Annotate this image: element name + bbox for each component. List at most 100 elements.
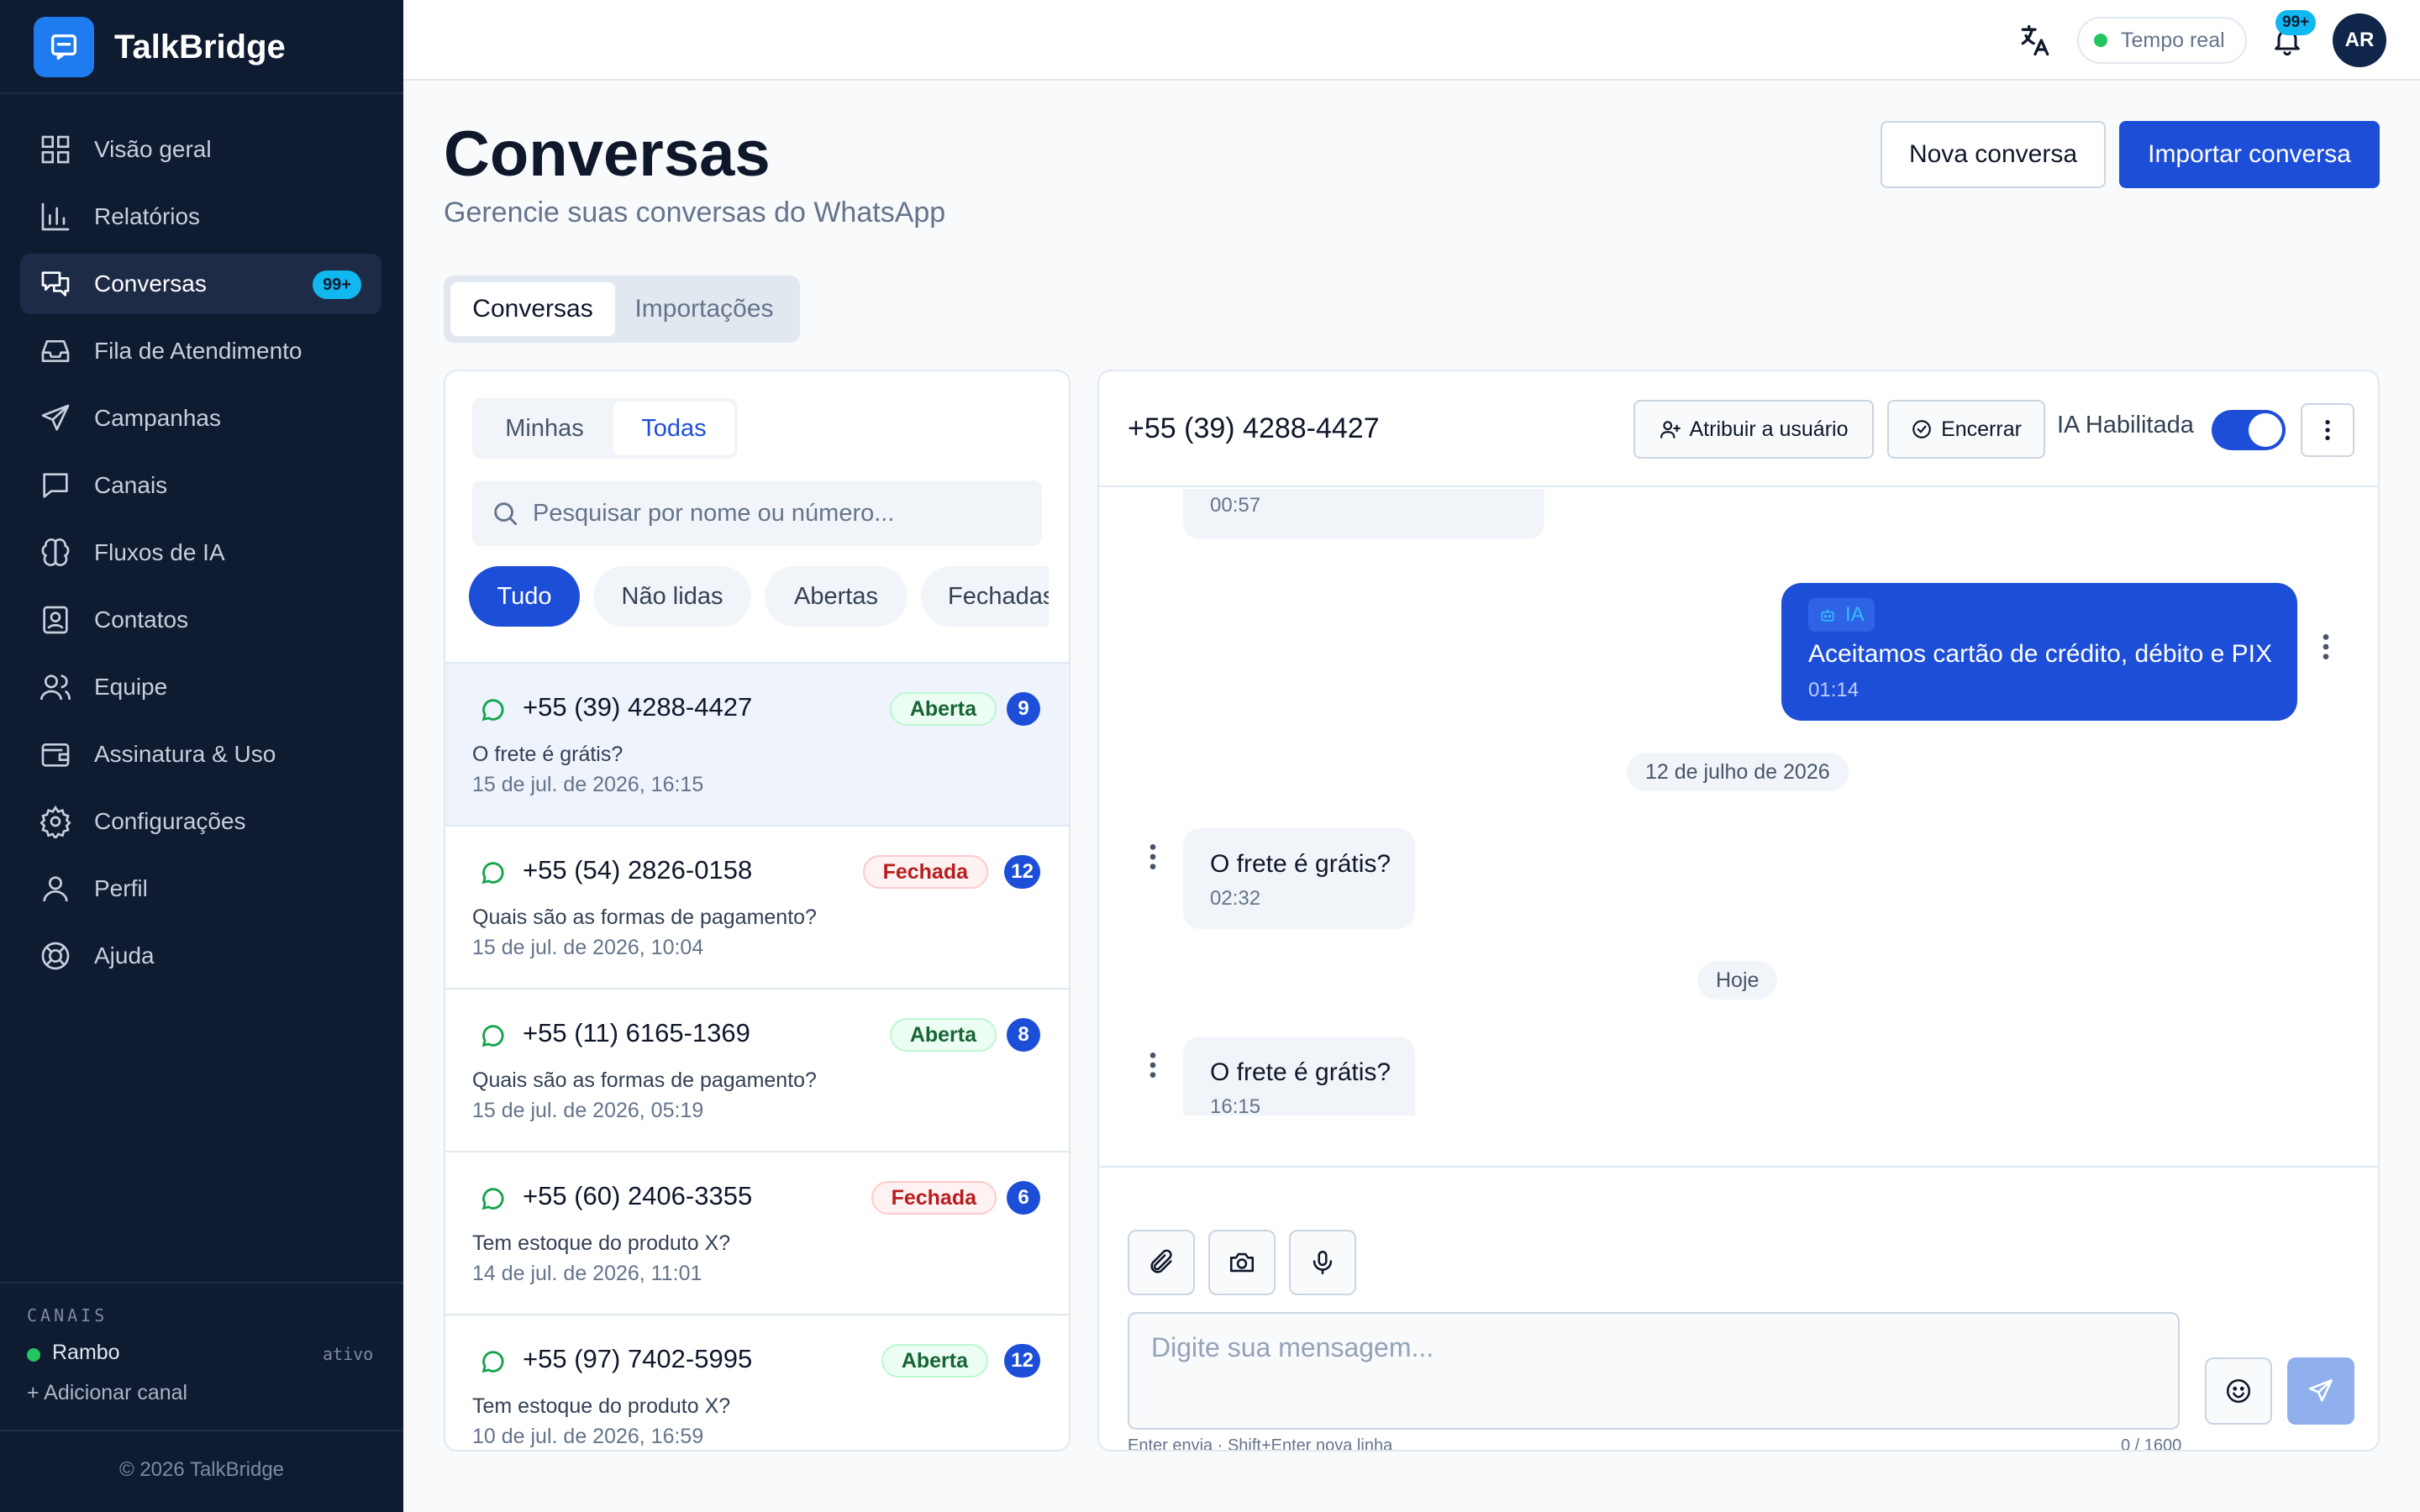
status-dot xyxy=(27,1348,40,1362)
sidebar-item-conversas[interactable]: Conversas 99+ xyxy=(20,254,381,314)
last-message: Tem estoque do produto X? xyxy=(472,1231,731,1255)
top-bar: Tempo real 99+ AR xyxy=(403,0,2420,81)
sidebar-item-label: Ajuda xyxy=(94,942,155,969)
sidebar-item-relatorios[interactable]: Relatórios xyxy=(20,186,381,247)
sidebar-item-canais[interactable]: Canais xyxy=(20,455,381,516)
wallet-icon xyxy=(41,743,70,767)
sidebar-item-label: Fluxos de IA xyxy=(94,539,225,565)
conversation-item[interactable]: +55 (97) 7402-5995 Aberta 12 Tem estoque… xyxy=(445,1314,1069,1450)
unread-count: 6 xyxy=(1007,1181,1040,1215)
keyboard-hint: Enter envia · Shift+Enter nova linha xyxy=(1128,1436,1393,1452)
conversation-item[interactable]: +55 (11) 6165-1369 Aberta 8 Quais são as… xyxy=(445,988,1069,1151)
filter-abertas[interactable]: Abertas xyxy=(765,566,908,627)
sidebar-item-label: Equipe xyxy=(94,674,168,700)
assign-user-button[interactable]: Atribuir a usuário xyxy=(1634,400,1874,459)
sidebar-item-perfil[interactable]: Perfil xyxy=(20,858,381,919)
microphone-icon xyxy=(1313,1250,1333,1275)
conversation-number: +55 (39) 4288-4427 xyxy=(523,692,753,722)
conversation-item[interactable]: +55 (60) 2406-3355 Fechada 6 Tem estoque… xyxy=(445,1151,1069,1314)
conversation-item[interactable]: +55 (39) 4288-4427 Aberta 9 O frete é gr… xyxy=(445,662,1069,825)
chat-icon xyxy=(41,271,70,297)
send-button[interactable] xyxy=(2287,1357,2354,1425)
copyright: © 2026 TalkBridge xyxy=(118,1458,285,1481)
inbox-icon xyxy=(41,340,70,362)
message-composer: Digite sua mensagem... Enter envia · Shi… xyxy=(1099,1166,2378,1452)
tab-conversas[interactable]: Conversas xyxy=(450,282,615,336)
gear-icon xyxy=(39,805,71,838)
avatar[interactable]: AR xyxy=(2333,13,2386,67)
message-input[interactable]: Digite sua mensagem... xyxy=(1128,1312,2180,1430)
sidebar-item-ajuda[interactable]: Ajuda xyxy=(20,926,381,986)
new-conversation-button[interactable]: Nova conversa xyxy=(1881,121,2106,188)
message-bubble-outgoing: IA Aceitamos cartão de crédito, débito e… xyxy=(1781,583,2297,721)
search-input[interactable]: Pesquisar por nome ou número... xyxy=(472,480,1042,546)
sidebar-item-equipe[interactable]: Equipe xyxy=(20,657,381,717)
nav-badge: 99+ xyxy=(313,270,361,299)
conversation-item[interactable]: +55 (54) 2826-0158 Fechada 12 Quais são … xyxy=(445,825,1069,988)
whatsapp-icon xyxy=(481,862,504,885)
filter-nao-lidas[interactable]: Não lidas xyxy=(593,566,751,627)
conversation-date: 10 de jul. de 2026, 16:59 xyxy=(472,1425,704,1448)
paperclip-icon xyxy=(1150,1249,1172,1273)
status-badge: Aberta xyxy=(889,692,997,726)
sidebar-item-label: Relatórios xyxy=(94,203,201,229)
message-menu-icon[interactable] xyxy=(1143,840,1163,874)
filter-tudo[interactable]: Tudo xyxy=(469,566,580,627)
translate-icon[interactable] xyxy=(2017,22,2054,59)
import-conversation-button[interactable]: Importar conversa xyxy=(2119,121,2380,188)
contact-icon xyxy=(43,606,68,634)
page-title: Conversas xyxy=(444,118,771,190)
sidebar-item-fila[interactable]: Fila de Atendimento xyxy=(20,321,381,381)
attach-button[interactable] xyxy=(1128,1230,1195,1295)
message-bubble-incoming: O frete é grátis? 02:32 xyxy=(1183,828,1415,929)
logo-icon xyxy=(34,17,94,77)
filter-fechadas[interactable]: Fechadas xyxy=(921,566,1049,627)
conversation-number: +55 (60) 2406-3355 xyxy=(523,1181,753,1210)
ai-toggle[interactable] xyxy=(2212,410,2286,450)
more-options-button[interactable] xyxy=(2301,403,2354,457)
close-conversation-button[interactable]: Encerrar xyxy=(1887,400,2045,459)
sidebar-item-configuracoes[interactable]: Configurações xyxy=(20,791,381,852)
sidebar-item-contatos[interactable]: Contatos xyxy=(20,590,381,650)
sidebar-item-assinatura[interactable]: Assinatura & Uso xyxy=(20,724,381,785)
bar-chart-icon xyxy=(41,202,70,231)
live-dot xyxy=(2094,34,2107,47)
last-message: Quais são as formas de pagamento? xyxy=(472,1068,817,1092)
microphone-button[interactable] xyxy=(1289,1230,1356,1295)
close-conversation-label: Encerrar xyxy=(1941,417,2022,441)
channel-name[interactable]: Rambo xyxy=(52,1341,120,1365)
status-badge: Fechada xyxy=(871,1181,997,1215)
tab-importacoes[interactable]: Importações xyxy=(615,282,793,336)
message-input-placeholder: Digite sua mensagem... xyxy=(1151,1332,1434,1362)
message-text: O frete é grátis? xyxy=(1210,850,1392,878)
last-message: Quais são as formas de pagamento? xyxy=(472,906,817,929)
message-bubble-incoming: 00:57 xyxy=(1183,489,1544,539)
sidebar: TalkBridge Visão geral Relatórios Conver… xyxy=(0,0,403,1512)
chat-panel: +55 (39) 4288-4427 Atribuir a usuário En… xyxy=(1097,370,2380,1452)
status-badge: Aberta xyxy=(889,1018,997,1052)
tab-todas[interactable]: Todas xyxy=(613,402,734,455)
message-text: Aceitamos cartão de crédito, débito e PI… xyxy=(1808,640,2272,668)
sidebar-item-fluxos-ia[interactable]: Fluxos de IA xyxy=(20,522,381,583)
conversation-date: 15 de jul. de 2026, 10:04 xyxy=(472,936,704,959)
sidebar-item-campanhas[interactable]: Campanhas xyxy=(20,388,381,449)
camera-button[interactable] xyxy=(1208,1230,1276,1295)
message-menu-icon[interactable] xyxy=(1143,1048,1163,1082)
emoji-button[interactable] xyxy=(2205,1357,2272,1425)
more-vertical-icon xyxy=(2325,420,2330,440)
scope-tabs: Minhas Todas xyxy=(472,398,738,459)
sidebar-item-visao-geral[interactable]: Visão geral xyxy=(20,119,381,180)
date-separator: Hoje xyxy=(1697,961,1778,1000)
conversation-number: +55 (97) 7402-5995 xyxy=(523,1344,753,1373)
robot-icon xyxy=(1821,609,1834,622)
conversation-date: 14 de jul. de 2026, 11:01 xyxy=(472,1262,702,1285)
message-menu-icon[interactable] xyxy=(2316,630,2336,664)
conversation-date: 15 de jul. de 2026, 05:19 xyxy=(472,1099,704,1122)
status-badge: Fechada xyxy=(862,855,988,889)
smile-icon xyxy=(2226,1378,2251,1404)
tab-minhas[interactable]: Minhas xyxy=(476,402,613,455)
page-subtitle: Gerencie suas conversas do WhatsApp xyxy=(444,197,946,228)
character-counter: 0 / 1600 xyxy=(2121,1436,2182,1452)
add-channel-link[interactable]: + Adicionar canal xyxy=(27,1381,187,1405)
divider xyxy=(0,1430,403,1431)
